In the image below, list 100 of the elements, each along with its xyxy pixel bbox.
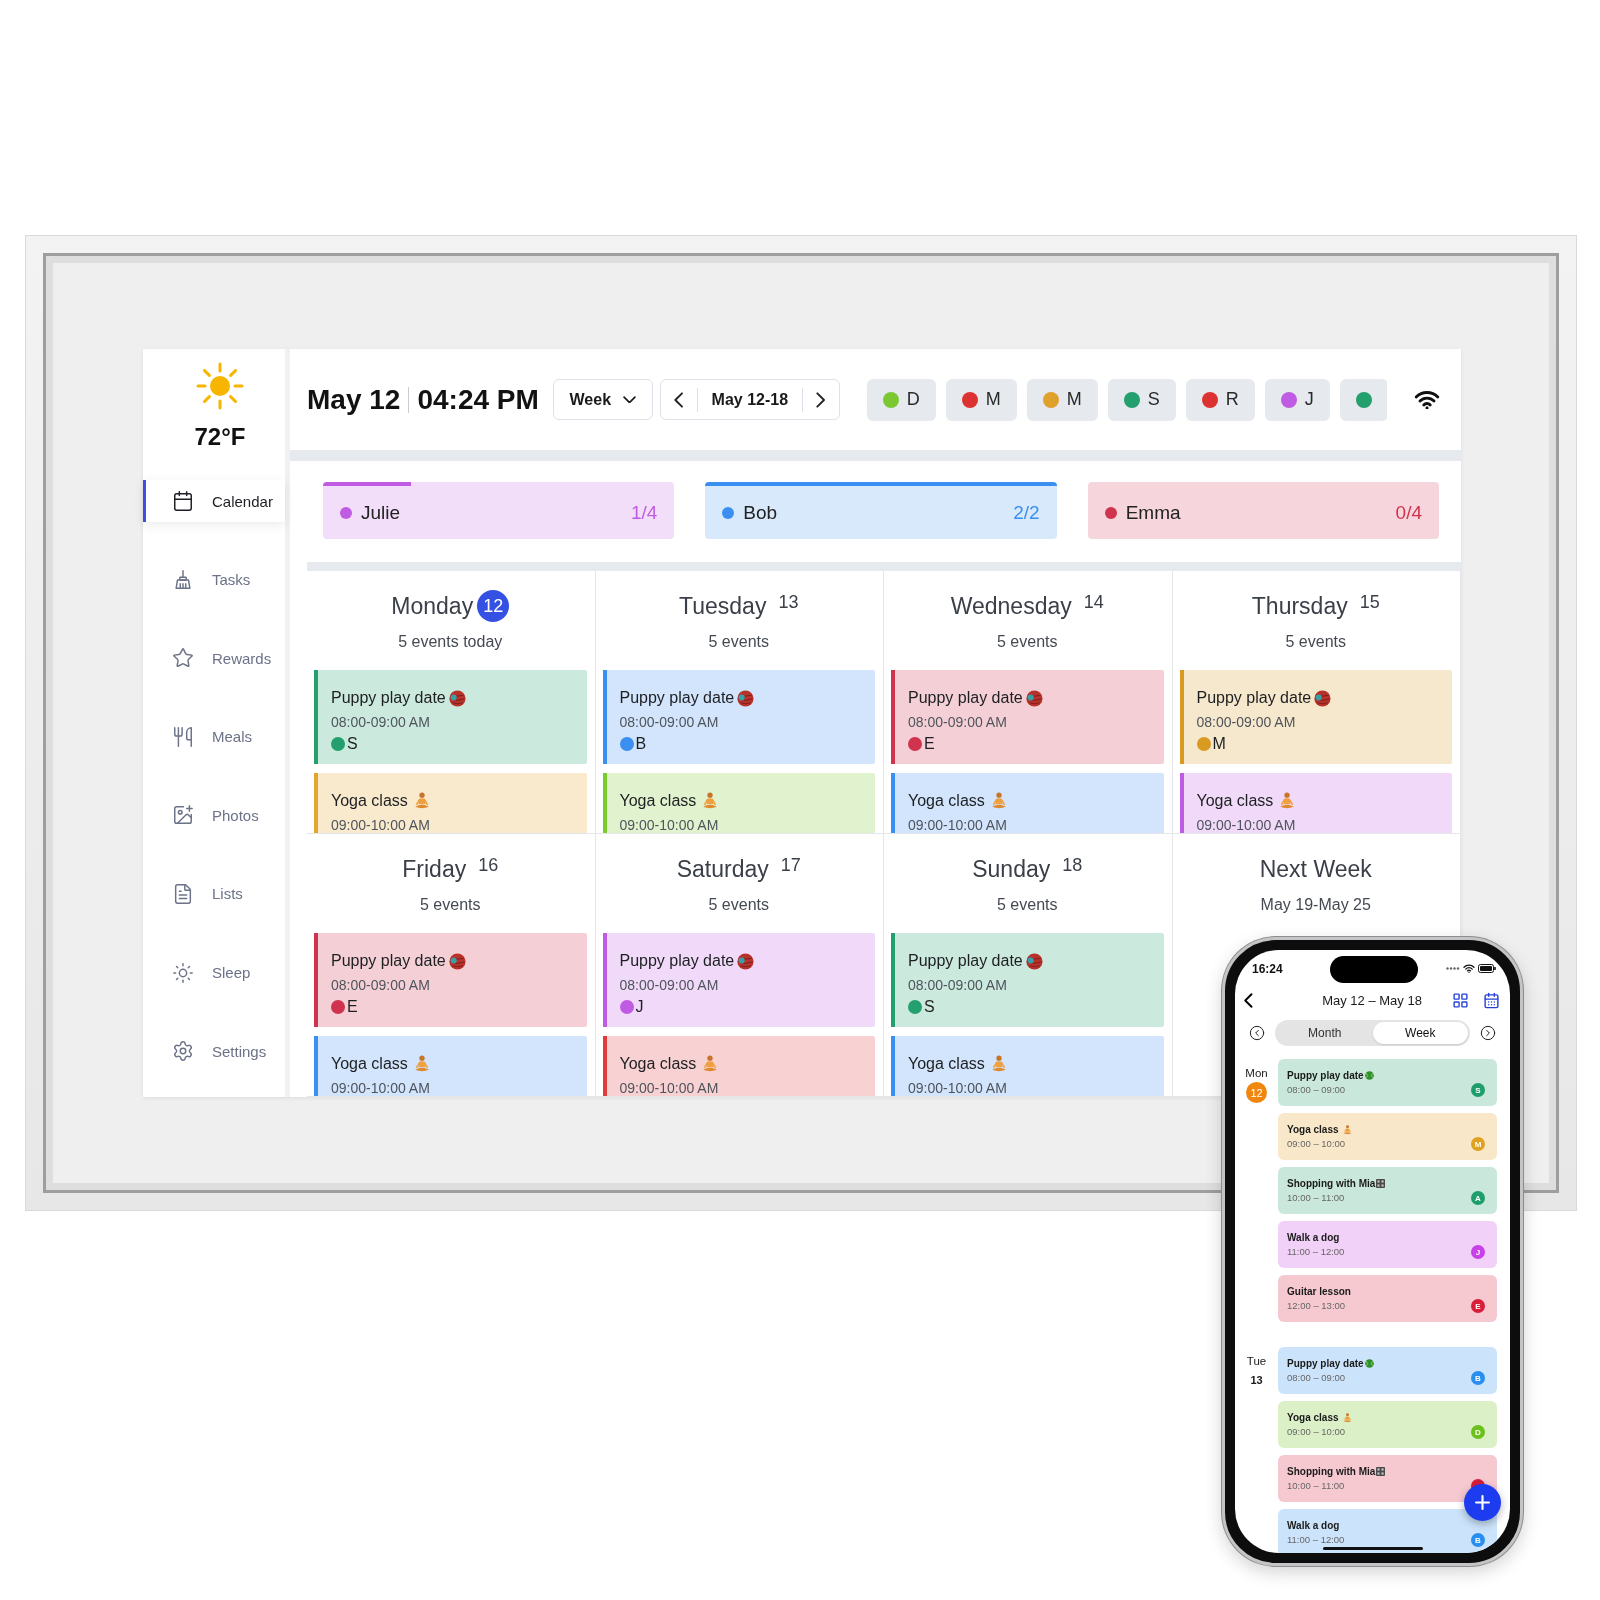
- member-avatar: A: [1471, 1191, 1485, 1205]
- event-title: Shopping with Mia: [1287, 1465, 1376, 1478]
- meditating-figure-icon: [413, 792, 430, 810]
- member-filter-chip[interactable]: J: [1264, 378, 1330, 421]
- event-card[interactable]: Guitar lesson 12:00 – 13:00 E: [1278, 1275, 1497, 1322]
- member-filter-chip[interactable]: S: [1107, 378, 1176, 421]
- yarn-ball-icon: [446, 688, 466, 708]
- event-title: Puppy play date: [619, 688, 735, 708]
- event-card[interactable]: Yoga class 09:00-10:00 AM: [602, 773, 875, 833]
- member-initial: S: [924, 998, 935, 1016]
- event-card[interactable]: Puppy play date 08:00-09:00 AM B: [602, 670, 875, 764]
- week-range-title: May 12 – May 18: [1322, 992, 1422, 1008]
- event-title: Puppy play date: [908, 951, 1023, 971]
- nav-item[interactable]: Sleep: [143, 951, 285, 994]
- previous-icon[interactable]: [1249, 1025, 1265, 1041]
- event-card[interactable]: Shopping with Mia 10:00 – 11:00: [1278, 1455, 1497, 1502]
- segment-tab[interactable]: Month: [1277, 1022, 1373, 1044]
- event-card[interactable]: Puppy play date 08:00-09:00 AM S: [891, 933, 1164, 1027]
- view-dropdown[interactable]: Week: [552, 379, 653, 420]
- event-card[interactable]: Yoga class 09:00-10:00 AM: [314, 1036, 587, 1096]
- previous-icon[interactable]: [674, 391, 684, 408]
- segment-tab[interactable]: Week: [1372, 1022, 1468, 1044]
- nav-item[interactable]: Lists: [143, 872, 285, 915]
- member-filter-chip[interactable]: [1339, 378, 1387, 421]
- member-progress-card[interactable]: Emma 0/4: [1087, 482, 1439, 539]
- member-filter-chip[interactable]: M: [1026, 378, 1098, 421]
- member-initial: E: [347, 998, 358, 1016]
- yarn-ball-icon: [1023, 951, 1043, 971]
- day-number: 13: [778, 591, 799, 613]
- day-number: 16: [478, 854, 499, 876]
- temperature: 72°F: [194, 423, 246, 451]
- current-date: May 12: [307, 382, 401, 417]
- next-icon[interactable]: [1480, 1025, 1496, 1041]
- wifi-icon: [1463, 964, 1475, 973]
- event-card[interactable]: Yoga class 09:00 – 10:00 M: [1278, 1113, 1497, 1160]
- nav-item[interactable]: Meals: [143, 715, 285, 758]
- member-initial: M: [1212, 735, 1226, 753]
- member-initial: E: [924, 735, 935, 753]
- meditating-figure-icon: [702, 792, 719, 810]
- meditating-figure-icon: [990, 1055, 1007, 1073]
- event-card[interactable]: Puppy play date 08:00-09:00 AM S: [314, 670, 587, 764]
- yarn-ball-icon: [446, 951, 466, 971]
- event-card[interactable]: Puppy play date 08:00-09:00 AM E: [891, 670, 1164, 764]
- event-count: 5 events: [420, 895, 481, 915]
- event-card[interactable]: Puppy play date 08:00 – 09:00 B: [1278, 1347, 1497, 1394]
- day-name: Thursday: [1251, 592, 1348, 621]
- nav-item[interactable]: Photos: [143, 794, 285, 837]
- event-count: 5 events today: [398, 632, 503, 652]
- event-count: 5 events: [997, 895, 1058, 915]
- date-badge: 12: [477, 590, 510, 622]
- event-card[interactable]: Puppy play date 08:00-09:00 AM J: [602, 933, 875, 1027]
- grid-view-icon[interactable]: [1452, 991, 1469, 1009]
- event-card[interactable]: Yoga class 09:00 – 10:00 D: [1278, 1401, 1497, 1448]
- event-card[interactable]: Yoga class 09:00-10:00 AM: [602, 1036, 875, 1096]
- meditating-figure-icon: [990, 792, 1007, 810]
- calendar-icon[interactable]: [1483, 991, 1500, 1009]
- member-progress-card[interactable]: Julie 1/4: [323, 482, 675, 539]
- building-icon: [1376, 1179, 1386, 1188]
- event-count: 5 events: [708, 632, 769, 652]
- task-count: 0/4: [1395, 501, 1422, 524]
- event-card[interactable]: Yoga class 09:00-10:00 AM: [891, 1036, 1164, 1096]
- event-card[interactable]: Walk a dog 11:00 – 12:00 J: [1278, 1221, 1497, 1268]
- date-label: 13: [1250, 1373, 1263, 1388]
- event-title: Yoga class: [908, 1054, 985, 1074]
- event-card[interactable]: Yoga class 09:00-10:00 AM: [891, 773, 1164, 833]
- event-title: Puppy play date: [331, 951, 446, 971]
- event-card[interactable]: Walk a dog 11:00 – 12:00 B: [1278, 1509, 1497, 1553]
- member-filter-chip[interactable]: M: [945, 378, 1017, 421]
- member-avatar: B: [1471, 1533, 1485, 1547]
- event-time: 08:00-09:00 AM: [619, 713, 719, 731]
- nav-item[interactable]: Settings: [143, 1030, 285, 1073]
- event-card[interactable]: Yoga class 09:00-10:00 AM: [314, 773, 587, 833]
- back-icon[interactable]: [1244, 992, 1253, 1008]
- event-time: 09:00-10:00 AM: [908, 1079, 1007, 1096]
- event-card[interactable]: Puppy play date 08:00-09:00 AM M: [1179, 670, 1452, 764]
- broom-icon: [172, 568, 194, 591]
- event-title: Yoga class: [1196, 791, 1274, 811]
- day-name: Wednesday: [950, 592, 1072, 621]
- nav-item[interactable]: Rewards: [143, 637, 285, 680]
- nav-item[interactable]: Tasks: [143, 558, 285, 601]
- event-title: Yoga class: [1287, 1411, 1339, 1424]
- next-icon[interactable]: [816, 391, 826, 408]
- day-name: Saturday: [676, 855, 769, 884]
- event-title: Puppy play date: [619, 951, 735, 971]
- task-count: 2/2: [1013, 501, 1040, 524]
- day-number: 17: [780, 854, 801, 876]
- member-progress-card[interactable]: Bob 2/2: [705, 482, 1057, 539]
- day-number: 15: [1359, 591, 1380, 613]
- event-card[interactable]: Yoga class 09:00-10:00 AM: [1179, 773, 1452, 833]
- member-initial: J: [635, 998, 644, 1016]
- member-avatar: B: [1471, 1371, 1485, 1385]
- event-card[interactable]: Puppy play date 08:00 – 09:00 S: [1278, 1059, 1497, 1106]
- sun-icon: [195, 361, 245, 411]
- member-filter-chip[interactable]: D: [866, 378, 936, 421]
- member-filter-chip[interactable]: R: [1185, 378, 1255, 421]
- date-range-label: May 12-18: [710, 390, 790, 409]
- event-card[interactable]: Shopping with Mia 10:00 – 11:00 A: [1278, 1167, 1497, 1214]
- nav-item[interactable]: Calendar: [143, 480, 285, 522]
- event-title: Yoga class: [331, 791, 408, 811]
- event-card[interactable]: Puppy play date 08:00-09:00 AM E: [314, 933, 587, 1027]
